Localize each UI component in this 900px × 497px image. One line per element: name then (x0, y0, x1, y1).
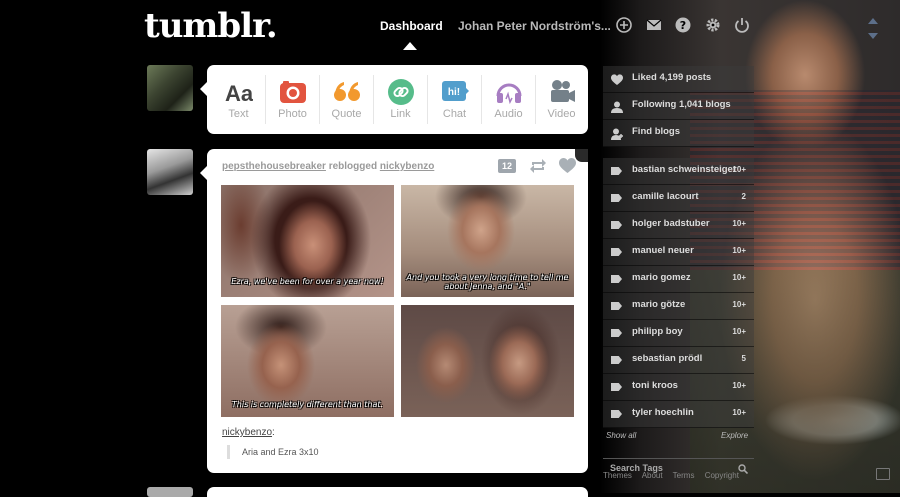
svg-text:Aa: Aa (225, 81, 253, 106)
add-person-icon (611, 127, 623, 140)
settings-icon[interactable] (704, 16, 722, 34)
sidebar-tag-item[interactable]: philipp boy 10+ (603, 320, 754, 347)
tag-icon (611, 329, 623, 341)
post-card: pepsthehousebreaker reblogged nickybenzo… (200, 149, 588, 473)
footer-terms-link[interactable]: Terms (673, 471, 695, 480)
tag-icon (611, 275, 623, 287)
like-heart-icon[interactable] (559, 158, 576, 174)
scroll-up-icon[interactable] (868, 18, 878, 24)
tag-icon (611, 167, 623, 179)
gif-still-4[interactable] (401, 305, 574, 417)
sidebar-tag-item[interactable]: camille lacourt 2 (603, 185, 754, 212)
footer-links: Themes About Terms Copyright (603, 471, 747, 480)
tag-icon (611, 302, 623, 314)
link-icon (387, 78, 415, 106)
post-type-text[interactable]: Aa Text (212, 65, 265, 134)
sidebar-tag-item[interactable]: toni kroos 10+ (603, 374, 754, 401)
post-source-link[interactable]: nickybenzo (380, 161, 434, 172)
scroll-down-icon[interactable] (868, 33, 878, 39)
footer-themes-link[interactable]: Themes (603, 471, 632, 480)
nav-user-blog[interactable]: Johan Peter Nordström's... (458, 19, 611, 33)
gif-caption-2: And you took a very long time to tell me… (406, 273, 569, 291)
caption-quote: Aria and Ezra 3x10 (227, 445, 319, 459)
heart-icon (611, 73, 623, 85)
sidebar-tag-item[interactable]: tyler hoechlin 10+ (603, 401, 754, 428)
sidebar-tag-item[interactable]: mario gomez 10+ (603, 266, 754, 293)
gif-caption-3: This is completely different than that. (231, 400, 384, 409)
share-icon[interactable] (876, 468, 890, 480)
svg-text:?: ? (680, 19, 686, 32)
footer-copyright-link[interactable]: Copyright (705, 471, 739, 480)
sidebar-tag-item[interactable]: mario götze 10+ (603, 293, 754, 320)
help-icon[interactable]: ? (674, 16, 692, 34)
active-nav-caret-icon (403, 42, 417, 50)
svg-text:hi!: hi! (447, 87, 459, 98)
text-icon: Aa (224, 78, 253, 106)
gif-still-3[interactable]: This is completely different than that. (221, 305, 394, 417)
post-author-link[interactable]: pepsthehousebreaker (222, 161, 326, 172)
post-type-link[interactable]: Link (374, 65, 427, 134)
sidebar-following-blogs[interactable]: Following 1,041 blogs (603, 93, 754, 120)
chat-icon: hi! (441, 78, 469, 106)
reblog-icon[interactable] (529, 158, 547, 174)
new-post-type-bar: Aa Text Photo Quote Link hi! Chat Audio (200, 65, 588, 134)
caption-username-link[interactable]: nickybenzo (222, 427, 272, 438)
tag-icon (611, 356, 623, 368)
sidebar-tag-item[interactable]: bastian schweinsteiger 10+ (603, 158, 754, 185)
sidebar-tag-item[interactable]: sebastian prödl 5 (603, 347, 754, 374)
post-author-avatar[interactable] (147, 149, 193, 195)
quote-icon (333, 78, 361, 106)
logout-icon[interactable] (733, 16, 751, 34)
sidebar-find-blogs[interactable]: Find blogs (603, 120, 754, 147)
new-post-icon[interactable] (615, 16, 633, 34)
camera-icon (279, 78, 307, 106)
post-type-audio[interactable]: Audio (482, 65, 535, 134)
tumblr-logo[interactable]: tumblr. (144, 6, 278, 46)
footer-about-link[interactable]: About (642, 471, 663, 480)
headphones-icon (495, 78, 523, 106)
post-type-photo[interactable]: Photo (266, 65, 319, 134)
show-all-tags-link[interactable]: Show all (606, 431, 636, 440)
gif-still-1[interactable]: Ezra, we've been for over a year now! (221, 185, 394, 297)
post-fold-corner (575, 149, 588, 162)
post-type-chat[interactable]: hi! Chat (428, 65, 481, 134)
post-type-video[interactable]: Video (535, 65, 588, 134)
sidebar-tag-item[interactable]: manuel neuer 10+ (603, 239, 754, 266)
tag-icon (611, 383, 623, 395)
video-camera-icon (548, 78, 576, 106)
mail-icon[interactable] (645, 16, 663, 34)
note-count-badge[interactable]: 12 (498, 159, 516, 173)
sidebar-tag-item[interactable]: holger badstuber 10+ (603, 212, 754, 239)
tag-icon (611, 221, 623, 233)
explore-link[interactable]: Explore (721, 431, 748, 440)
post-action: reblogged (328, 161, 378, 172)
nav-dashboard[interactable]: Dashboard (380, 19, 443, 33)
caption-username: nickybenzo: (222, 427, 275, 438)
next-post-card (207, 487, 588, 497)
my-avatar[interactable] (147, 65, 193, 111)
gif-caption-1: Ezra, we've been for over a year now! (231, 277, 384, 286)
post-header: pepsthehousebreaker reblogged nickybenzo (222, 161, 434, 172)
tag-icon (611, 194, 623, 206)
tag-icon (611, 410, 623, 422)
post-type-quote[interactable]: Quote (320, 65, 373, 134)
gif-still-2[interactable]: And you took a very long time to tell me… (401, 185, 574, 297)
next-post-avatar[interactable] (147, 487, 193, 497)
person-icon (611, 100, 623, 113)
tag-icon (611, 248, 623, 260)
sidebar-liked-posts[interactable]: Liked 4,199 posts (603, 66, 754, 93)
